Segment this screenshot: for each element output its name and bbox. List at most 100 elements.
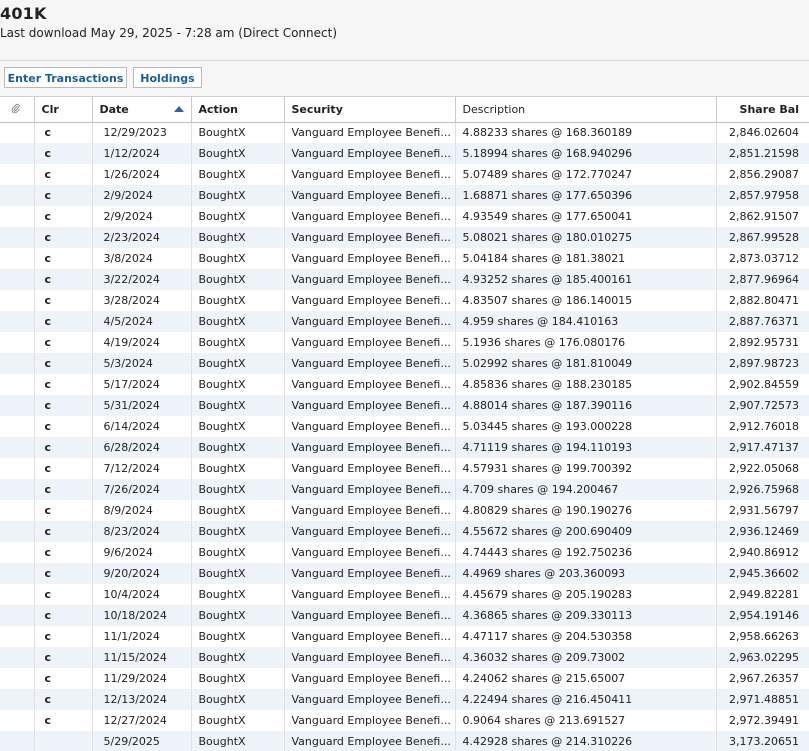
table-row[interactable]: c 8/23/2024 BoughtX Vanguard Employee Benef… — [0, 521, 809, 542]
action-cell[interactable]: BoughtX — [191, 269, 285, 290]
cleared-status[interactable]: c — [34, 479, 93, 500]
date-cell[interactable]: 11/15/2024 — [92, 647, 192, 668]
action-cell[interactable]: BoughtX — [191, 437, 285, 458]
share-balance-cell[interactable]: 2,846.02604 — [716, 122, 809, 143]
table-row[interactable]: c 12/27/2024 BoughtX Vanguard Employee Bene… — [0, 710, 809, 731]
column-header-clr[interactable]: Clr — [34, 97, 93, 123]
description-cell[interactable]: 4.88014 shares @ 187.390116 — [455, 395, 717, 416]
date-cell[interactable]: 5/17/2024 — [92, 374, 192, 395]
share-balance-cell[interactable]: 2,897.98723 — [716, 353, 809, 374]
description-cell[interactable]: 4.93252 shares @ 185.400161 — [455, 269, 717, 290]
share-balance-cell[interactable]: 2,882.80471 — [716, 290, 809, 311]
date-cell[interactable]: 7/12/2024 — [92, 458, 192, 479]
security-cell[interactable]: Vanguard Employee Benefi... — [284, 479, 456, 500]
date-cell[interactable]: 3/8/2024 — [92, 248, 192, 269]
attachment-cell[interactable] — [0, 605, 35, 626]
description-cell[interactable]: 4.55672 shares @ 200.690409 — [455, 521, 717, 542]
cleared-status[interactable]: c — [34, 710, 93, 731]
description-cell[interactable]: 4.36865 shares @ 209.330113 — [455, 605, 717, 626]
attachment-cell[interactable] — [0, 437, 35, 458]
table-row[interactable]: c 4/19/2024 BoughtX Vanguard Employee Benef… — [0, 332, 809, 353]
table-row[interactable]: c 11/15/2024 BoughtX Vanguard Employee Bene… — [0, 647, 809, 668]
table-row[interactable]: c 6/28/2024 BoughtX Vanguard Employee Benef… — [0, 437, 809, 458]
share-balance-cell[interactable]: 2,936.12469 — [716, 521, 809, 542]
date-cell[interactable]: 10/18/2024 — [92, 605, 192, 626]
security-cell[interactable]: Vanguard Employee Benefi... — [284, 143, 456, 164]
cleared-status[interactable] — [34, 731, 93, 751]
column-header-action[interactable]: Action — [191, 97, 285, 123]
description-cell[interactable]: 5.1936 shares @ 176.080176 — [455, 332, 717, 353]
action-cell[interactable]: BoughtX — [191, 290, 285, 311]
action-cell[interactable]: BoughtX — [191, 626, 285, 647]
cleared-status[interactable]: c — [34, 227, 93, 248]
cleared-status[interactable]: c — [34, 563, 93, 584]
date-cell[interactable]: 8/9/2024 — [92, 500, 192, 521]
table-row[interactable]: c 5/31/2024 BoughtX Vanguard Employee Benef… — [0, 395, 809, 416]
share-balance-cell[interactable]: 3,173.20651 — [716, 731, 809, 751]
cleared-status[interactable]: c — [34, 353, 93, 374]
share-balance-cell[interactable]: 2,931.56797 — [716, 500, 809, 521]
column-header-attachment[interactable] — [0, 97, 35, 123]
table-row[interactable]: c 6/14/2024 BoughtX Vanguard Employee Benef… — [0, 416, 809, 437]
cleared-status[interactable]: c — [34, 395, 93, 416]
action-cell[interactable]: BoughtX — [191, 458, 285, 479]
attachment-cell[interactable] — [0, 584, 35, 605]
security-cell[interactable]: Vanguard Employee Benefi... — [284, 500, 456, 521]
table-row[interactable]: c 8/9/2024 BoughtX Vanguard Employee Benefi… — [0, 500, 809, 521]
action-cell[interactable]: BoughtX — [191, 710, 285, 731]
share-balance-cell[interactable]: 2,971.48851 — [716, 689, 809, 710]
action-cell[interactable]: BoughtX — [191, 584, 285, 605]
cleared-status[interactable]: c — [34, 458, 93, 479]
description-cell[interactable]: 4.93549 shares @ 177.650041 — [455, 206, 717, 227]
table-row[interactable]: c 10/4/2024 BoughtX Vanguard Employee Benef… — [0, 584, 809, 605]
attachment-cell[interactable] — [0, 143, 35, 164]
action-cell[interactable]: BoughtX — [191, 185, 285, 206]
date-cell[interactable]: 10/4/2024 — [92, 584, 192, 605]
attachment-cell[interactable] — [0, 164, 35, 185]
date-cell[interactable]: 9/6/2024 — [92, 542, 192, 563]
column-header-date[interactable]: Date — [92, 97, 192, 123]
description-cell[interactable]: 4.88233 shares @ 168.360189 — [455, 122, 717, 143]
security-cell[interactable]: Vanguard Employee Benefi... — [284, 206, 456, 227]
attachment-cell[interactable] — [0, 332, 35, 353]
attachment-cell[interactable] — [0, 668, 35, 689]
cleared-status[interactable]: c — [34, 437, 93, 458]
attachment-cell[interactable] — [0, 626, 35, 647]
security-cell[interactable]: Vanguard Employee Benefi... — [284, 437, 456, 458]
action-cell[interactable]: BoughtX — [191, 374, 285, 395]
description-cell[interactable]: 4.4969 shares @ 203.360093 — [455, 563, 717, 584]
cleared-status[interactable]: c — [34, 206, 93, 227]
date-cell[interactable]: 4/19/2024 — [92, 332, 192, 353]
description-cell[interactable]: 5.02992 shares @ 181.810049 — [455, 353, 717, 374]
cleared-status[interactable]: c — [34, 185, 93, 206]
cleared-status[interactable]: c — [34, 542, 93, 563]
table-row[interactable]: c 1/26/2024 BoughtX Vanguard Employee Benef… — [0, 164, 809, 185]
attachment-cell[interactable] — [0, 563, 35, 584]
action-cell[interactable]: BoughtX — [191, 332, 285, 353]
attachment-cell[interactable] — [0, 731, 35, 751]
action-cell[interactable]: BoughtX — [191, 731, 285, 751]
security-cell[interactable]: Vanguard Employee Benefi... — [284, 395, 456, 416]
cleared-status[interactable]: c — [34, 584, 93, 605]
date-cell[interactable]: 12/27/2024 — [92, 710, 192, 731]
date-cell[interactable]: 5/29/2025 — [92, 731, 192, 751]
cleared-status[interactable]: c — [34, 521, 93, 542]
attachment-cell[interactable] — [0, 542, 35, 563]
cleared-status[interactable]: c — [34, 647, 93, 668]
security-cell[interactable]: Vanguard Employee Benefi... — [284, 542, 456, 563]
attachment-cell[interactable] — [0, 647, 35, 668]
description-cell[interactable]: 4.22494 shares @ 216.450411 — [455, 689, 717, 710]
table-row[interactable]: 5/29/2025 BoughtX Vanguard Employee Benefi… — [0, 731, 809, 751]
action-cell[interactable]: BoughtX — [191, 521, 285, 542]
table-row[interactable]: c 2/9/2024 BoughtX Vanguard Employee Benefi… — [0, 185, 809, 206]
table-row[interactable]: c 12/29/2023 BoughtX Vanguard Employee Bene… — [0, 122, 809, 143]
date-cell[interactable]: 9/20/2024 — [92, 563, 192, 584]
action-cell[interactable]: BoughtX — [191, 500, 285, 521]
cleared-status[interactable]: c — [34, 269, 93, 290]
action-cell[interactable]: BoughtX — [191, 668, 285, 689]
security-cell[interactable]: Vanguard Employee Benefi... — [284, 122, 456, 143]
share-balance-cell[interactable]: 2,912.76018 — [716, 416, 809, 437]
security-cell[interactable]: Vanguard Employee Benefi... — [284, 563, 456, 584]
action-cell[interactable]: BoughtX — [191, 164, 285, 185]
description-cell[interactable]: 4.24062 shares @ 215.65007 — [455, 668, 717, 689]
